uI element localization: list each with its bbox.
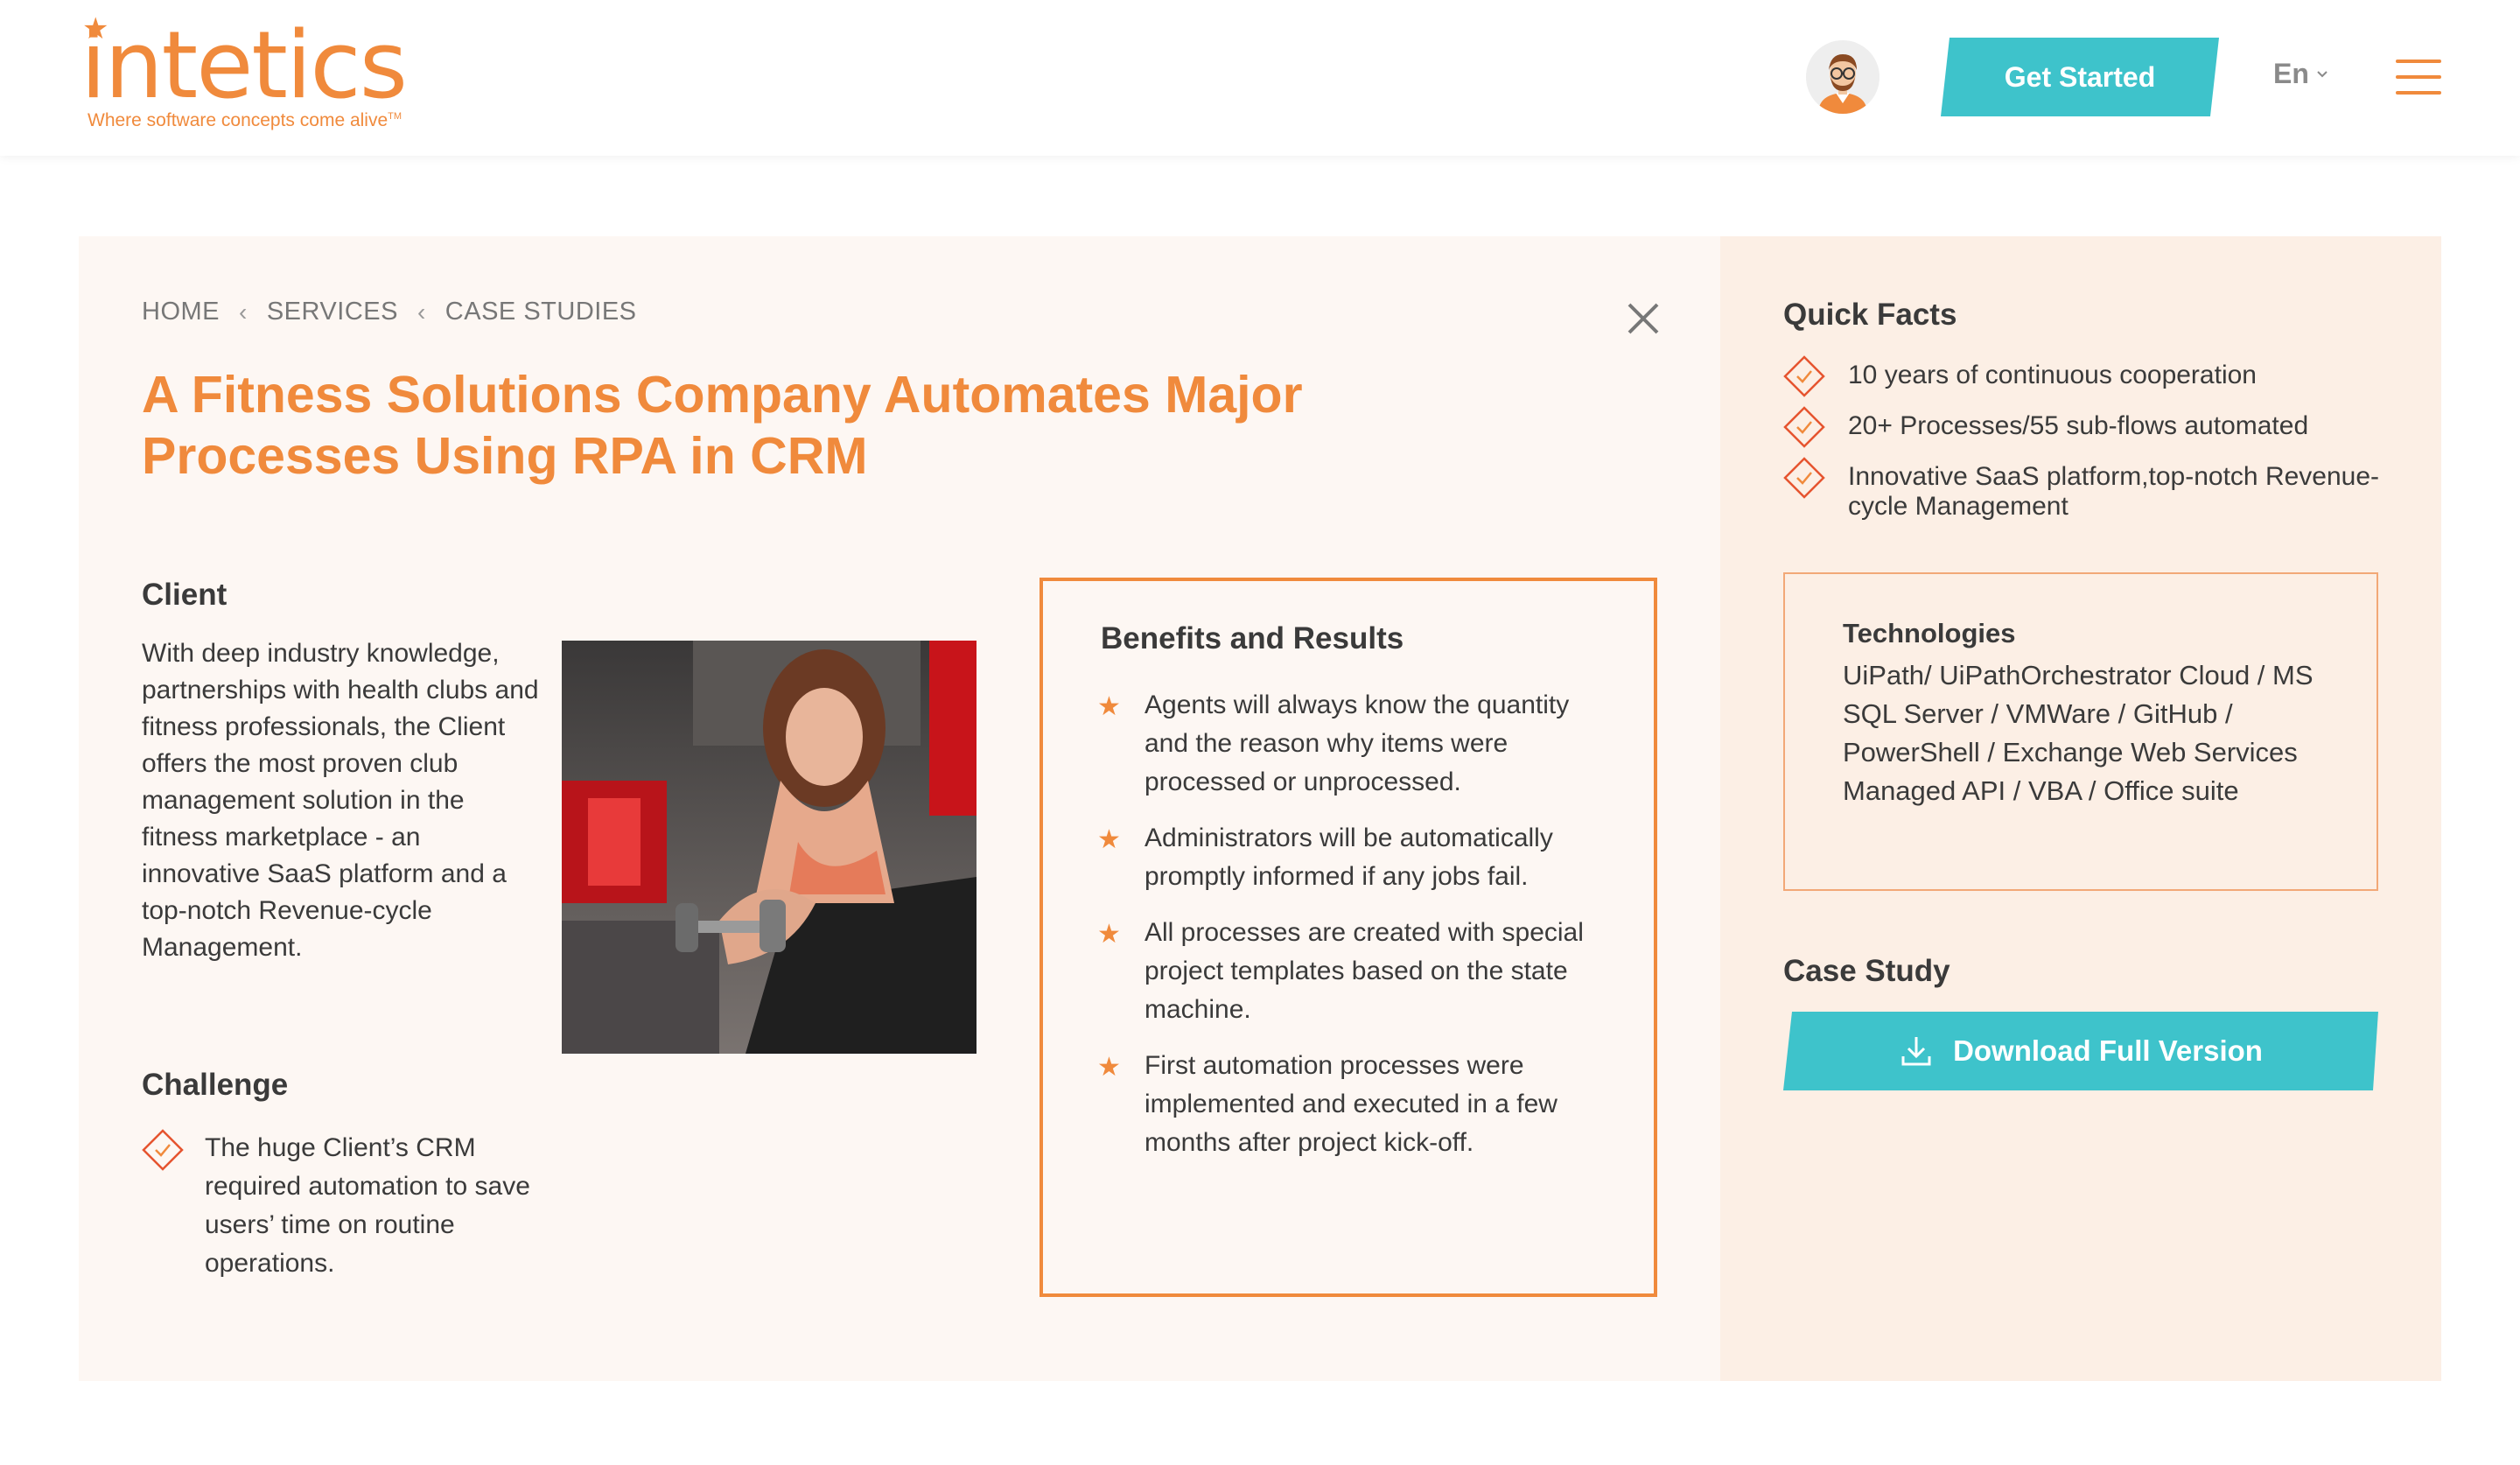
star-icon: ★ [1097,1053,1121,1082]
client-description: With deep industry knowledge, partnershi… [142,639,539,962]
breadcrumb-case-studies[interactable]: CASE STUDIES [445,298,637,326]
challenge-heading: Challenge [142,1068,289,1102]
benefits-list: ★ Agents will always know the quantity a… [1097,686,1605,1180]
breadcrumb-services[interactable]: SERVICES [267,298,398,326]
close-icon[interactable] [1626,301,1661,336]
chevron-left-icon: ‹ [239,298,248,326]
download-label: Download Full Version [1953,1034,2263,1067]
client-heading: Client [142,578,228,612]
list-item: ★ Administrators will be automatically p… [1097,819,1605,896]
diamond-check-icon [142,1129,184,1171]
list-item: Innovative SaaS platform,top-notch Reven… [1783,457,2396,522]
chevron-down-icon [2317,70,2328,77]
page-title: A Fitness Solutions Company Automates Ma… [142,366,1303,485]
benefits-heading: Benefits and Results [1101,621,1404,655]
case-study-heading: Case Study [1783,954,1950,988]
language-label: En [2273,58,2309,89]
intetics-logo[interactable]: ★ intetics Where software concepts come … [80,11,430,142]
quick-facts-list: 10 years of continuous cooperation 20+ P… [1783,355,2396,543]
chevron-left-icon: ‹ [416,298,426,326]
breadcrumb: HOME ‹ SERVICES ‹ CASE STUDIES [142,298,637,326]
fitness-woman-photo [562,641,976,1054]
assistant-avatar-icon[interactable] [1806,40,1880,114]
list-item: ★ Agents will always know the quantity a… [1097,686,1605,802]
download-icon [1899,1034,1934,1069]
download-full-version-button[interactable]: Download Full Version [1783,1012,2378,1090]
list-item: ★ First automation processes were implem… [1097,1047,1605,1162]
technologies-list: UiPath/ UiPathOrchestrator Cloud / MS SQ… [1843,660,2314,806]
technologies-box: Technologies UiPath/ UiPathOrchestrator … [1783,572,2378,891]
diamond-check-icon [1783,406,1825,448]
breadcrumb-home[interactable]: HOME [142,298,220,326]
get-started-button[interactable]: Get Started [1941,38,2219,116]
site-header: ★ intetics Where software concepts come … [0,0,2520,156]
language-selector[interactable]: En [2273,58,2328,90]
star-icon: ★ [1097,692,1121,721]
quick-facts-heading: Quick Facts [1783,298,1957,332]
list-item: 10 years of continuous cooperation [1783,355,2396,397]
hamburger-menu-icon[interactable] [2396,60,2441,95]
benefits-box: Benefits and Results ★ Agents will alway… [1040,578,1657,1297]
list-item: 20+ Processes/55 sub-flows automated [1783,406,2396,448]
technologies-heading: Technologies [1843,618,2016,648]
diamond-check-icon [1783,457,1825,499]
challenge-text: The huge Client’s CRM required automatio… [205,1133,530,1278]
star-icon: ★ [1097,825,1121,854]
list-item: ★ All processes are created with special… [1097,914,1605,1029]
star-icon: ★ [1097,920,1121,949]
diamond-check-icon [1783,355,1825,397]
logo-tagline: Where software concepts come aliveTM [88,110,402,130]
logo-wordmark: intetics [80,11,408,119]
